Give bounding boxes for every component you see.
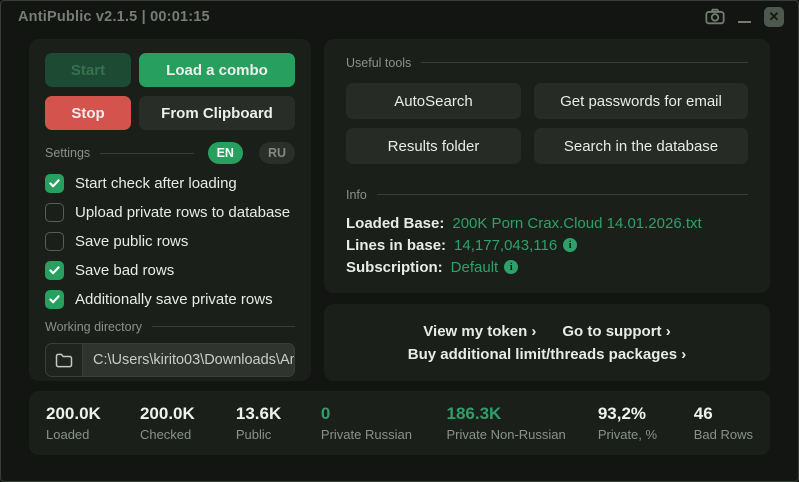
checkbox-box[interactable] — [45, 290, 64, 309]
links-row-bottom: Buy additional limit/threads packages › — [408, 346, 686, 363]
right-column: Useful tools AutoSearch Get passwords fo… — [324, 39, 770, 381]
stat-value: 93,2% — [598, 404, 694, 424]
tool-buttons: AutoSearch Get passwords for email Resul… — [346, 83, 748, 164]
info-row-loaded-base: Loaded Base: 200K Porn Crax.Cloud 14.01.… — [346, 212, 748, 234]
lines-in-base-value: 14,177,043,116 — [454, 237, 557, 254]
info-icon[interactable]: i — [563, 238, 577, 252]
folder-icon[interactable] — [46, 344, 83, 376]
stat-value: 46 — [694, 404, 753, 424]
checkbox-save-public-rows[interactable]: Save public rows — [45, 231, 295, 251]
info-row-label: Loaded Base: — [346, 215, 444, 232]
minimize-icon[interactable] — [738, 11, 751, 23]
checkbox-box[interactable] — [45, 261, 64, 280]
subscription-value: Default — [451, 259, 499, 276]
useful-tools-label: Useful tools — [346, 56, 411, 70]
control-panel: Start Load a combo Stop From Clipboard S… — [29, 39, 311, 381]
checkbox-box[interactable] — [45, 203, 64, 222]
checkbox-box[interactable] — [45, 174, 64, 193]
info-icon[interactable]: i — [504, 260, 518, 274]
window-title: AntiPublic v2.1.5 | 00:01:15 — [18, 9, 210, 25]
check-icon — [49, 179, 60, 188]
stat-private-non-russian: 186.3K Private Non-Russian — [447, 404, 598, 442]
checkbox-label: Save public rows — [75, 233, 188, 250]
working-directory-label: Working directory — [45, 320, 142, 334]
working-directory-path-input[interactable]: C:\Users\kirito03\Downloads\An... — [83, 344, 294, 376]
camera-icon[interactable] — [705, 8, 725, 25]
autosearch-button[interactable]: AutoSearch — [346, 83, 521, 119]
stats-bar: 200.0K Loaded 200.0K Checked 13.6K Publi… — [29, 391, 770, 455]
info-row-label: Lines in base: — [346, 237, 446, 254]
language-toggle-ru[interactable]: RU — [259, 142, 295, 164]
buy-packages-link[interactable]: Buy additional limit/threads packages › — [408, 346, 686, 363]
window-controls: ✕ — [705, 7, 784, 27]
stat-value: 0 — [321, 404, 447, 424]
go-to-support-link[interactable]: Go to support › — [562, 323, 670, 340]
useful-tools-header: Useful tools — [346, 55, 748, 70]
view-token-link[interactable]: View my token › — [423, 323, 536, 340]
stat-label: Bad Rows — [694, 427, 753, 442]
settings-header: Settings EN RU — [45, 142, 295, 164]
checkbox-label: Upload private rows to database — [75, 204, 290, 221]
checkbox-label: Save bad rows — [75, 262, 174, 279]
stat-label: Loaded — [46, 427, 140, 442]
working-directory-header: Working directory — [45, 319, 295, 334]
info-row-lines-in-base: Lines in base: 14,177,043,116 i — [346, 234, 748, 256]
get-passwords-button[interactable]: Get passwords for email — [534, 83, 748, 119]
stat-value: 13.6K — [236, 404, 321, 424]
info-row-label: Subscription: — [346, 259, 443, 276]
info-label: Info — [346, 188, 367, 202]
title-bar: AntiPublic v2.1.5 | 00:01:15 ✕ — [1, 1, 798, 32]
divider — [100, 153, 193, 154]
stat-private-percent: 93,2% Private, % — [598, 404, 694, 442]
checkbox-label: Start check after loading — [75, 175, 237, 192]
stat-value: 186.3K — [447, 404, 598, 424]
app-window: AntiPublic v2.1.5 | 00:01:15 ✕ Start Loa… — [0, 0, 799, 482]
info-header: Info — [346, 187, 748, 202]
stat-label: Public — [236, 427, 321, 442]
stat-checked: 200.0K Checked — [140, 404, 236, 442]
stat-label: Private Non-Russian — [447, 427, 598, 442]
search-database-button[interactable]: Search in the database — [534, 128, 748, 164]
links-row-top: View my token › Go to support › — [423, 323, 670, 340]
start-button[interactable]: Start — [45, 53, 131, 87]
stat-public: 13.6K Public — [236, 404, 321, 442]
checkbox-box[interactable] — [45, 232, 64, 251]
stat-label: Checked — [140, 427, 236, 442]
settings-label: Settings — [45, 146, 90, 160]
checkbox-label: Additionally save private rows — [75, 291, 273, 308]
checkbox-upload-private-rows[interactable]: Upload private rows to database — [45, 202, 295, 222]
stop-button[interactable]: Stop — [45, 96, 131, 130]
action-buttons: Start Load a combo Stop From Clipboard — [45, 53, 295, 130]
info-rows: Loaded Base: 200K Porn Crax.Cloud 14.01.… — [346, 212, 748, 278]
check-icon — [49, 266, 60, 275]
links-panel: View my token › Go to support › Buy addi… — [324, 304, 770, 381]
results-folder-button[interactable]: Results folder — [346, 128, 521, 164]
divider — [377, 194, 748, 195]
language-toggle-en[interactable]: EN — [208, 142, 243, 164]
checkbox-save-bad-rows[interactable]: Save bad rows — [45, 260, 295, 280]
stat-label: Private Russian — [321, 427, 447, 442]
tools-info-panel: Useful tools AutoSearch Get passwords fo… — [324, 39, 770, 293]
divider — [421, 62, 748, 63]
stat-private-russian: 0 Private Russian — [321, 404, 447, 442]
from-clipboard-button[interactable]: From Clipboard — [139, 96, 295, 130]
close-icon[interactable]: ✕ — [764, 7, 784, 27]
loaded-base-value: 200K Porn Crax.Cloud 14.01.2026.txt — [452, 215, 701, 232]
checkbox-additionally-save-private-rows[interactable]: Additionally save private rows — [45, 289, 295, 309]
checkbox-start-check-after-loading[interactable]: Start check after loading — [45, 173, 295, 193]
stat-value: 200.0K — [46, 404, 140, 424]
settings-checkboxes: Start check after loading Upload private… — [45, 173, 295, 309]
stat-label: Private, % — [598, 427, 694, 442]
stat-value: 200.0K — [140, 404, 236, 424]
info-row-subscription: Subscription: Default i — [346, 256, 748, 278]
main-content: Start Load a combo Stop From Clipboard S… — [29, 39, 770, 381]
load-combo-button[interactable]: Load a combo — [139, 53, 295, 87]
stat-loaded: 200.0K Loaded — [46, 404, 140, 442]
check-icon — [49, 295, 60, 304]
divider — [152, 326, 295, 327]
working-directory-field: C:\Users\kirito03\Downloads\An... — [45, 343, 295, 377]
stat-bad-rows: 46 Bad Rows — [694, 404, 753, 442]
